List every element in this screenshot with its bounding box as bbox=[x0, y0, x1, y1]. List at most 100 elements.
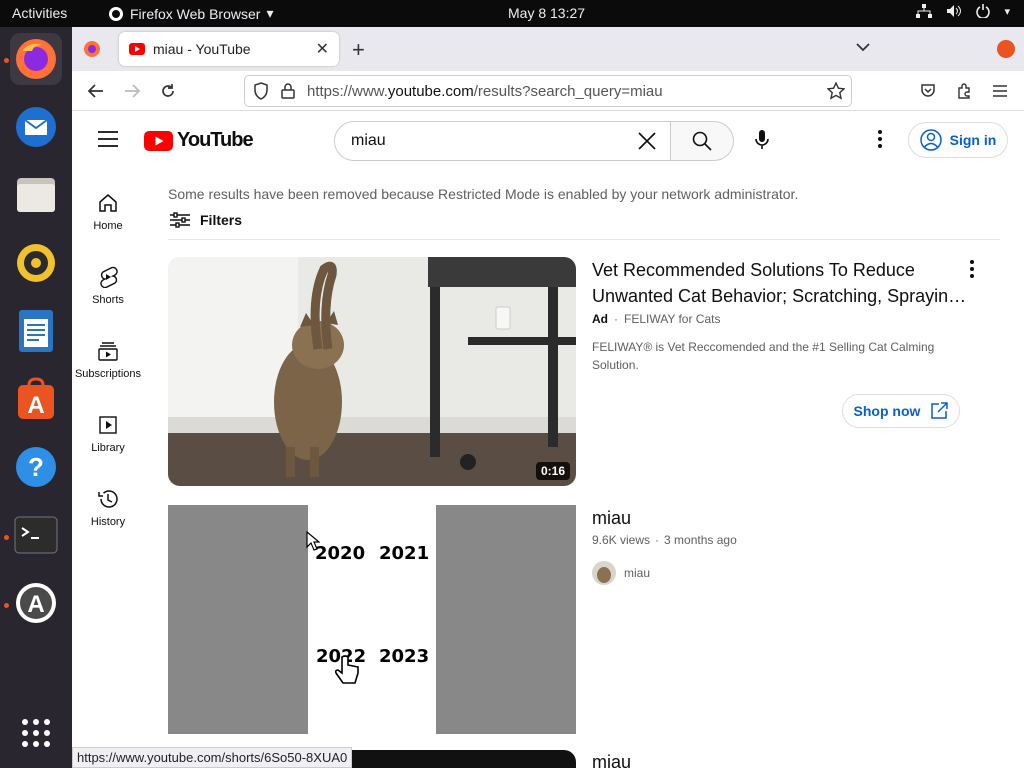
help-icon: ? bbox=[16, 447, 56, 487]
arrow-left-icon bbox=[88, 84, 103, 98]
filters-button[interactable]: Filters bbox=[170, 212, 242, 228]
nav-subscriptions[interactable]: Subscriptions bbox=[72, 340, 144, 380]
back-button[interactable] bbox=[84, 79, 108, 103]
reload-button[interactable] bbox=[156, 79, 180, 103]
tab-title: miau - YouTube bbox=[153, 41, 251, 57]
dock: A ? A bbox=[0, 27, 72, 768]
ad-menu-button[interactable] bbox=[970, 260, 974, 283]
upload-age: 3 months ago bbox=[664, 533, 737, 547]
thumbnail-right-panel bbox=[436, 505, 576, 734]
nav-home[interactable]: Home bbox=[72, 192, 144, 232]
firefox-window: miau - YouTube ✕ + https://www.youtube.c… bbox=[72, 27, 1024, 768]
nav-history[interactable]: History bbox=[72, 488, 144, 528]
video-channel[interactable]: miau bbox=[592, 561, 650, 585]
url-bar[interactable]: https://www.youtube.com/results?search_q… bbox=[244, 75, 852, 107]
shield-icon[interactable] bbox=[253, 82, 269, 100]
bookmark-star-icon[interactable] bbox=[827, 82, 845, 100]
power-icon bbox=[976, 4, 991, 18]
more-vertical-icon bbox=[878, 130, 882, 148]
lock-icon[interactable] bbox=[281, 83, 295, 99]
app-center-icon: A bbox=[18, 377, 54, 419]
navigation-toolbar: https://www.youtube.com/results?search_q… bbox=[72, 71, 1024, 111]
search-input[interactable]: miau bbox=[334, 121, 672, 161]
video-thumbnail[interactable]: 2020 2021 2022 2023 bbox=[168, 505, 576, 734]
mouse-pointer-icon bbox=[306, 531, 320, 551]
pocket-button[interactable] bbox=[916, 79, 940, 103]
search-button[interactable] bbox=[670, 121, 734, 161]
nav-library[interactable]: Library bbox=[72, 414, 144, 454]
divider bbox=[168, 239, 1000, 240]
ad-thumbnail[interactable]: 0:16 bbox=[168, 257, 576, 486]
voice-search-button[interactable] bbox=[754, 129, 770, 156]
close-tab-icon[interactable]: ✕ bbox=[316, 39, 329, 59]
puzzle-icon bbox=[958, 83, 970, 99]
dock-thunderbird[interactable] bbox=[10, 101, 62, 153]
ad-badge: Ad bbox=[592, 312, 608, 326]
youtube-logo[interactable]: YouTube bbox=[144, 129, 254, 152]
dock-software-updater[interactable]: A bbox=[10, 577, 62, 629]
url-path: /results?search_query=miau bbox=[473, 82, 663, 100]
clock[interactable]: May 8 13:27 bbox=[508, 5, 585, 21]
more-vertical-icon bbox=[970, 260, 974, 278]
cat-video-thumbnail bbox=[168, 257, 576, 486]
running-indicator bbox=[4, 603, 9, 608]
library-icon bbox=[99, 416, 117, 434]
thumbnail-year: 2020 bbox=[315, 543, 366, 564]
app-menu[interactable]: Firefox Web Browser ▾ bbox=[108, 5, 273, 22]
list-all-tabs-button[interactable] bbox=[856, 39, 870, 57]
dock-files[interactable] bbox=[10, 169, 62, 221]
channel-name: miau bbox=[624, 566, 651, 580]
system-tray[interactable]: ▾ bbox=[916, 4, 1010, 18]
nav-label: Shorts bbox=[92, 294, 124, 306]
subscriptions-icon bbox=[98, 342, 118, 361]
home-icon bbox=[99, 194, 117, 212]
nav-shorts[interactable]: Shorts bbox=[72, 266, 144, 306]
plus-icon: + bbox=[352, 37, 365, 62]
dock-writer[interactable] bbox=[10, 305, 62, 357]
ad-channel[interactable]: FELIWAY for Cats bbox=[624, 312, 720, 326]
dock-terminal[interactable] bbox=[10, 509, 62, 561]
video-title[interactable]: miau bbox=[592, 749, 982, 768]
dock-rhythmbox[interactable] bbox=[10, 237, 62, 289]
firefox-view-button[interactable] bbox=[82, 39, 102, 64]
guide-menu-button[interactable] bbox=[98, 131, 118, 152]
url-prefix: https://www. bbox=[307, 82, 388, 100]
window-close-button[interactable] bbox=[997, 40, 1015, 58]
svg-text:A: A bbox=[27, 591, 44, 618]
shop-now-button[interactable]: Shop now bbox=[842, 394, 960, 428]
forward-button[interactable] bbox=[120, 79, 144, 103]
volume-icon bbox=[947, 5, 962, 17]
firefox-small-icon bbox=[109, 6, 123, 21]
dock-help[interactable]: ? bbox=[10, 441, 62, 493]
url-text: https://www.youtube.com/results?search_q… bbox=[307, 83, 663, 100]
microphone-icon bbox=[755, 130, 769, 149]
youtube-page: YouTube miau Sign in Home Shorts Subscri… bbox=[72, 112, 1024, 768]
app-menu-label: Firefox Web Browser bbox=[130, 5, 261, 22]
video-title[interactable]: miau bbox=[592, 505, 982, 531]
thumbnail-year: 2023 bbox=[379, 646, 430, 667]
video-duration: 0:16 bbox=[535, 462, 570, 480]
dock-firefox[interactable] bbox=[10, 33, 62, 85]
rhythmbox-icon bbox=[17, 244, 55, 282]
new-tab-button[interactable]: + bbox=[352, 37, 365, 63]
extensions-button[interactable] bbox=[952, 79, 976, 103]
youtube-logo-icon bbox=[144, 130, 173, 151]
activities-button[interactable]: Activities bbox=[12, 5, 67, 21]
ad-title[interactable]: Vet Recommended Solutions To Reduce Unwa… bbox=[592, 257, 982, 309]
dock-app-center[interactable]: A bbox=[10, 373, 62, 425]
clear-search-icon[interactable] bbox=[637, 131, 657, 151]
filter-sliders-icon bbox=[170, 212, 190, 228]
hamburger-icon bbox=[993, 85, 1007, 97]
hamburger-icon bbox=[98, 131, 118, 147]
tab-bar: miau - YouTube ✕ + bbox=[72, 27, 1024, 71]
sign-in-button[interactable]: Sign in bbox=[908, 122, 1008, 158]
chevron-down-icon bbox=[856, 43, 870, 52]
thunderbird-icon bbox=[16, 107, 56, 147]
app-menu-button[interactable] bbox=[988, 79, 1012, 103]
tab-youtube[interactable]: miau - YouTube ✕ bbox=[119, 32, 339, 66]
software-updater-icon: A bbox=[16, 583, 56, 623]
dock-app-grid[interactable] bbox=[10, 707, 62, 759]
settings-menu-button[interactable] bbox=[878, 130, 882, 153]
svg-text:?: ? bbox=[28, 452, 44, 482]
filters-label: Filters bbox=[200, 212, 243, 228]
